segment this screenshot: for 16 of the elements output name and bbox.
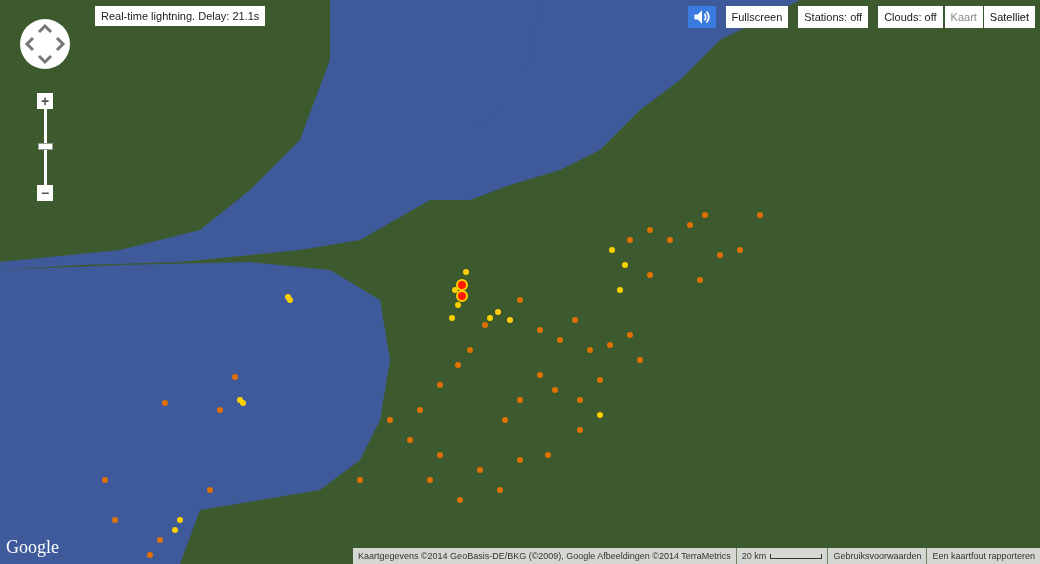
map-type-tab[interactable]: Kaart	[944, 6, 983, 28]
satellite-map-drawing[interactable]	[0, 0, 1040, 564]
map-control-button[interactable]: Fullscreen	[725, 6, 789, 28]
google-logo[interactable]: Google	[6, 537, 59, 558]
report-link[interactable]: Een kaartfout rapporteren	[927, 548, 1040, 564]
map-control-button[interactable]: Clouds: off	[878, 6, 943, 28]
zoom-in-button[interactable]: +	[37, 93, 53, 109]
map-scale: 20 km	[736, 548, 828, 564]
zoom-slider-handle[interactable]	[37, 143, 53, 150]
map-attribution: Kaartgegevens ©2014 GeoBasis-DE/BKG (©2009), Google Afbeeldingen ©2014 TerraMetrics	[352, 548, 736, 564]
speaker-icon[interactable]	[687, 6, 716, 28]
map-type-tab[interactable]: Satelliet	[983, 6, 1035, 28]
terms-link[interactable]: Gebruiksvoorwaarden	[828, 548, 927, 564]
status-text: Real-time lightning. Delay: 21.1s	[95, 6, 266, 26]
zoom-out-button[interactable]: −	[37, 185, 53, 201]
map-control-button[interactable]: Stations: off	[798, 6, 869, 28]
